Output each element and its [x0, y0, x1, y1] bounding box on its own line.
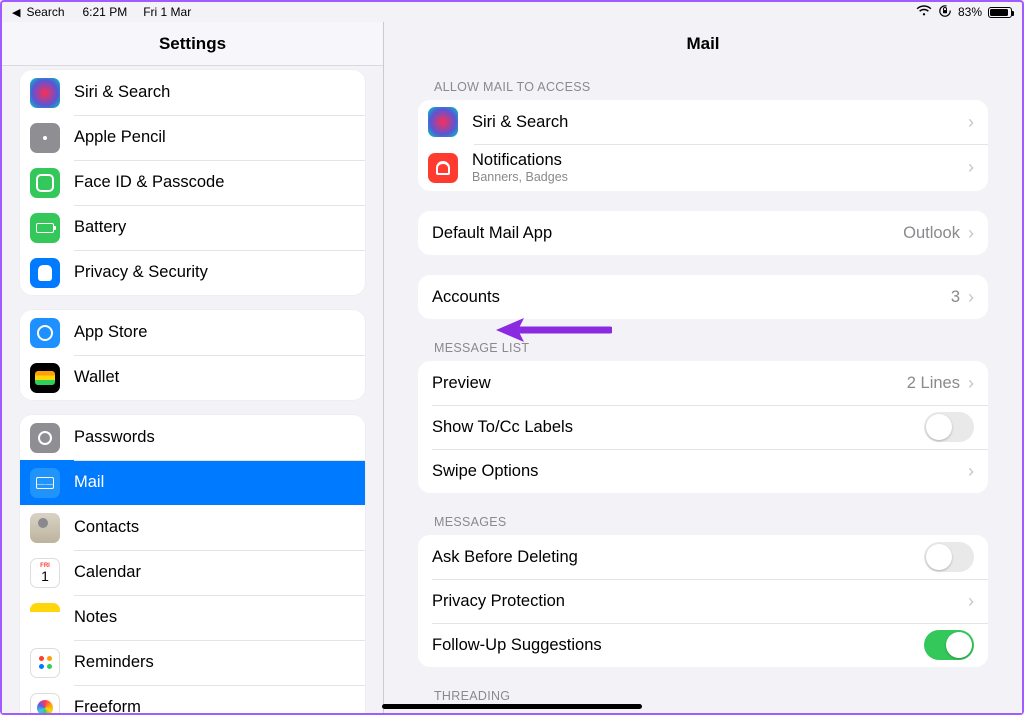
- sidebar-item-label: Notes: [74, 608, 351, 627]
- siri-icon: [30, 78, 60, 108]
- sidebar-item-label: Reminders: [74, 653, 351, 672]
- status-date: Fri 1 Mar: [143, 5, 191, 19]
- contacts-icon: [30, 513, 60, 543]
- sidebar-item-label: Battery: [74, 218, 351, 237]
- row-label: Siri & Search: [472, 113, 968, 132]
- section-header-allow-access: Allow Mail to Access: [434, 80, 988, 94]
- row-privacy-protection[interactable]: Privacy Protection ›: [418, 579, 988, 623]
- notifications-icon: [428, 153, 458, 183]
- row-show-tocc-labels[interactable]: Show To/Cc Labels: [418, 405, 988, 449]
- battery-percent: 83%: [958, 5, 982, 19]
- reminders-icon: [30, 648, 60, 678]
- calendar-icon: FRI1: [30, 558, 60, 588]
- faceid-icon: [30, 168, 60, 198]
- sidebar-item-siri-search[interactable]: Siri & Search: [20, 70, 365, 115]
- sidebar-item-mail[interactable]: Mail: [20, 460, 365, 505]
- siri-icon: [428, 107, 458, 137]
- pencil-icon: [30, 123, 60, 153]
- row-notifications[interactable]: Notifications Banners, Badges ›: [418, 144, 988, 191]
- row-label: Show To/Cc Labels: [432, 418, 924, 437]
- detail-title: Mail: [384, 22, 1022, 66]
- row-label: Follow-Up Suggestions: [432, 636, 924, 655]
- row-label: Privacy Protection: [432, 592, 968, 611]
- sidebar-item-calendar[interactable]: FRI1 Calendar: [20, 550, 365, 595]
- section-header-threading: Threading: [434, 689, 988, 703]
- notes-icon: [30, 603, 60, 633]
- sidebar-title: Settings: [2, 22, 383, 66]
- row-value: 3: [951, 288, 960, 307]
- chevron-right-icon: ›: [968, 157, 974, 178]
- toggle-show-tocc[interactable]: [924, 412, 974, 442]
- row-preview[interactable]: Preview 2 Lines ›: [418, 361, 988, 405]
- chevron-right-icon: ›: [968, 461, 974, 482]
- row-label: Notifications: [472, 151, 968, 170]
- row-label: Accounts: [432, 288, 951, 307]
- row-label: Swipe Options: [432, 462, 968, 481]
- privacy-icon: [30, 258, 60, 288]
- section-header-messages: Messages: [434, 515, 988, 529]
- row-label: Default Mail App: [432, 224, 903, 243]
- row-accounts[interactable]: Accounts 3 ›: [418, 275, 988, 319]
- chevron-right-icon: ›: [968, 223, 974, 244]
- sidebar-item-faceid-passcode[interactable]: Face ID & Passcode: [20, 160, 365, 205]
- row-followup-suggestions[interactable]: Follow-Up Suggestions: [418, 623, 988, 667]
- sidebar-item-label: Freeform: [74, 698, 351, 713]
- wallet-icon: [30, 363, 60, 393]
- row-label: Ask Before Deleting: [432, 548, 924, 567]
- sidebar-item-contacts[interactable]: Contacts: [20, 505, 365, 550]
- battery-settings-icon: [30, 213, 60, 243]
- sidebar-item-label: Passwords: [74, 428, 351, 447]
- sidebar-item-label: Wallet: [74, 368, 351, 387]
- row-value: Outlook: [903, 224, 960, 243]
- sidebar-item-label: Siri & Search: [74, 83, 351, 102]
- sidebar-item-passwords[interactable]: Passwords: [20, 415, 365, 460]
- annotation-arrow: [492, 316, 612, 344]
- row-ask-before-deleting[interactable]: Ask Before Deleting: [418, 535, 988, 579]
- settings-sidebar: Settings Siri & Search Apple Pencil Face…: [2, 22, 384, 713]
- battery-icon: [988, 7, 1012, 18]
- row-swipe-options[interactable]: Swipe Options ›: [418, 449, 988, 493]
- row-subtitle: Banners, Badges: [472, 170, 968, 184]
- back-caret-icon[interactable]: ◀: [12, 6, 20, 19]
- sidebar-item-label: App Store: [74, 323, 351, 342]
- sidebar-item-label: Face ID & Passcode: [74, 173, 351, 192]
- chevron-right-icon: ›: [968, 112, 974, 133]
- mail-icon: [30, 468, 60, 498]
- sidebar-item-label: Contacts: [74, 518, 351, 537]
- sidebar-item-reminders[interactable]: Reminders: [20, 640, 365, 685]
- chevron-right-icon: ›: [968, 373, 974, 394]
- chevron-right-icon: ›: [968, 287, 974, 308]
- sidebar-item-label: Privacy & Security: [74, 263, 351, 282]
- row-value: 2 Lines: [907, 374, 960, 393]
- sidebar-item-label: Calendar: [74, 563, 351, 582]
- toggle-followup-suggestions[interactable]: [924, 630, 974, 660]
- toggle-ask-before-deleting[interactable]: [924, 542, 974, 572]
- status-time: 6:21 PM: [83, 5, 128, 19]
- sidebar-item-label: Apple Pencil: [74, 128, 351, 147]
- home-indicator[interactable]: [382, 704, 642, 709]
- row-label: Preview: [432, 374, 907, 393]
- sidebar-item-app-store[interactable]: App Store: [20, 310, 365, 355]
- chevron-right-icon: ›: [968, 591, 974, 612]
- back-app-label[interactable]: Search: [26, 5, 64, 19]
- sidebar-item-freeform[interactable]: Freeform: [20, 685, 365, 713]
- freeform-icon: [30, 693, 60, 714]
- sidebar-item-apple-pencil[interactable]: Apple Pencil: [20, 115, 365, 160]
- wifi-icon: [916, 5, 932, 20]
- row-default-mail-app[interactable]: Default Mail App Outlook ›: [418, 211, 988, 255]
- sidebar-item-notes[interactable]: Notes: [20, 595, 365, 640]
- status-bar: ◀ Search 6:21 PM Fri 1 Mar 83%: [2, 2, 1022, 22]
- appstore-icon: [30, 318, 60, 348]
- sidebar-item-wallet[interactable]: Wallet: [20, 355, 365, 400]
- orientation-lock-icon: [938, 4, 952, 21]
- sidebar-item-battery[interactable]: Battery: [20, 205, 365, 250]
- sidebar-item-label: Mail: [74, 473, 351, 492]
- sidebar-item-privacy-security[interactable]: Privacy & Security: [20, 250, 365, 295]
- passwords-icon: [30, 423, 60, 453]
- detail-pane: Mail Allow Mail to Access Siri & Search …: [384, 22, 1022, 713]
- row-siri-search[interactable]: Siri & Search ›: [418, 100, 988, 144]
